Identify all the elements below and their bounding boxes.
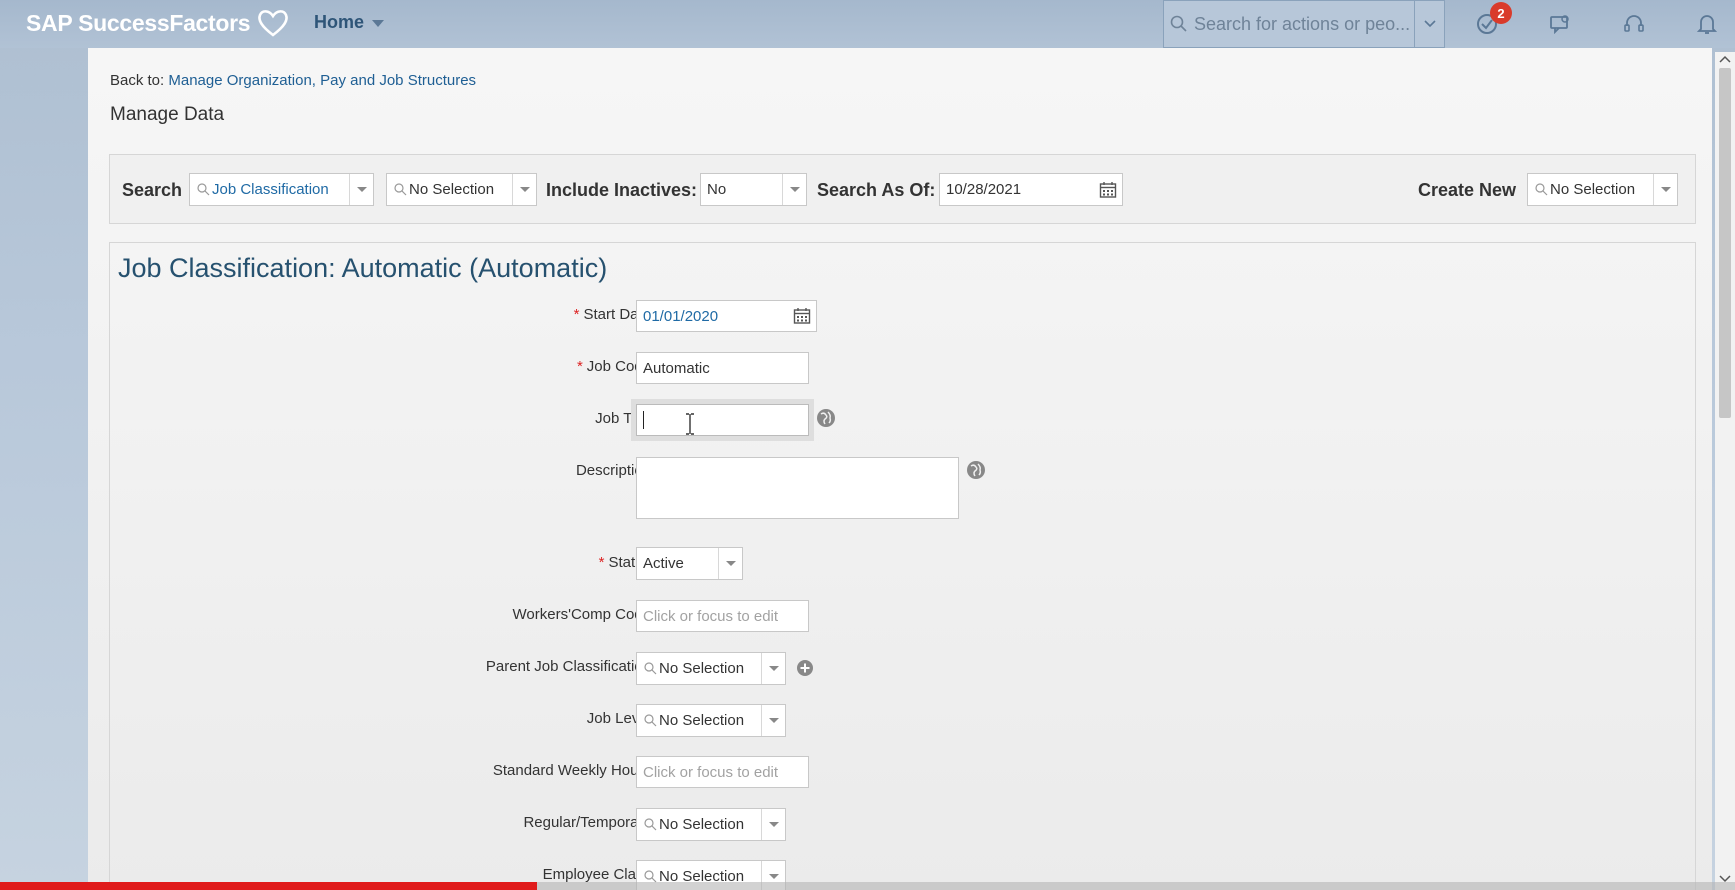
include-inactives-value: No — [707, 181, 727, 198]
chevron-down-icon[interactable] — [761, 705, 785, 736]
search-icon — [1164, 15, 1194, 33]
brand-logo[interactable]: SAP SuccessFactors — [26, 8, 290, 38]
chevron-down-icon[interactable] — [512, 174, 536, 205]
search-as-of-date[interactable]: 10/28/2021 — [939, 173, 1123, 206]
create-new-label: Create New — [1418, 180, 1517, 200]
required-marker: * — [598, 554, 605, 571]
detail-title: Job Classification: Automatic (Automatic… — [118, 253, 608, 283]
page-title: Manage Data — [110, 104, 225, 125]
calendar-icon[interactable] — [1094, 181, 1122, 199]
status-value: Active — [643, 555, 684, 572]
regular-temp-value: No Selection — [659, 816, 745, 833]
parent-job-value: No Selection — [659, 660, 745, 677]
globe-translate-icon[interactable] — [966, 460, 986, 480]
job-title-field[interactable] — [636, 404, 809, 436]
regular-temp-select[interactable]: No Selection — [636, 808, 786, 841]
chevron-down-icon[interactable] — [1653, 174, 1677, 205]
search-icon — [637, 662, 659, 675]
support-headset-icon[interactable] — [1621, 11, 1647, 37]
shell-bar: SAP SuccessFactors Home 2 — [0, 0, 1735, 48]
search-toolbar: Search Job Classification No Selection I… — [109, 154, 1696, 224]
search-dropdown-icon[interactable] — [1414, 1, 1444, 47]
weekly-hours-field[interactable]: Click or focus to edit — [636, 756, 809, 788]
breadcrumb-prefix: Back to: — [110, 72, 165, 89]
add-circle-icon[interactable] — [796, 659, 814, 677]
chevron-down-icon[interactable] — [349, 174, 373, 205]
home-label: Home — [314, 12, 365, 32]
status-select[interactable]: Active — [636, 547, 743, 580]
feedback-icon[interactable] — [1547, 11, 1573, 37]
search-item-select[interactable]: No Selection — [386, 173, 537, 206]
global-search[interactable] — [1163, 0, 1445, 48]
workers-comp-field[interactable]: Click or focus to edit — [636, 600, 809, 632]
search-object-select[interactable]: Job Classification — [189, 173, 374, 206]
search-icon — [190, 183, 212, 196]
search-icon — [637, 818, 659, 831]
include-inactives-label: Include Inactives: — [546, 180, 698, 200]
video-progress-fill — [0, 882, 537, 890]
search-as-of-label: Search As Of: — [817, 180, 936, 200]
chevron-down-icon[interactable] — [761, 653, 785, 684]
regular-temp-label: Regular/Temporary — [523, 814, 651, 831]
job-level-value: No Selection — [659, 712, 745, 729]
search-as-of-value: 10/28/2021 — [946, 181, 1022, 198]
vertical-scrollbar[interactable] — [1715, 52, 1735, 890]
main-panel: Back to: Manage Organization, Pay and Jo… — [88, 48, 1712, 890]
required-marker: * — [576, 358, 583, 375]
calendar-icon[interactable] — [788, 307, 816, 325]
start-date-field[interactable]: 01/01/2020 — [636, 300, 817, 332]
workers-comp-label: Workers'Comp Code — [512, 606, 651, 623]
notification-badge: 2 — [1490, 2, 1512, 24]
description-field[interactable] — [636, 457, 959, 519]
search-object-value: Job Classification — [212, 181, 329, 198]
scroll-up-icon[interactable] — [1719, 54, 1731, 64]
chevron-down-icon[interactable] — [718, 548, 742, 579]
create-new-value: No Selection — [1550, 181, 1636, 198]
ibeam-cursor-icon — [686, 413, 694, 435]
heart-icon — [258, 10, 289, 37]
globe-translate-icon[interactable] — [816, 408, 836, 428]
start-date-value: 01/01/2020 — [643, 307, 719, 325]
search-icon — [1528, 183, 1550, 196]
parent-job-label: Parent Job Classification — [485, 658, 651, 675]
chevron-down-icon[interactable] — [761, 809, 785, 840]
brand-name: SAP SuccessFactors — [26, 9, 251, 36]
detail-form: Job Classification: Automatic (Automatic… — [109, 242, 1696, 890]
global-search-input[interactable] — [1194, 13, 1414, 35]
chevron-down-icon[interactable] — [782, 174, 806, 205]
search-label: Search — [122, 180, 183, 200]
parent-job-select[interactable]: No Selection — [636, 652, 786, 685]
job-level-select[interactable]: No Selection — [636, 704, 786, 737]
required-marker: * — [573, 306, 580, 323]
include-inactives-select[interactable]: No — [700, 173, 807, 206]
bell-icon[interactable] — [1694, 11, 1720, 37]
text-cursor — [643, 411, 644, 429]
employee-class-label: Employee Class — [542, 866, 651, 883]
search-icon — [387, 183, 409, 196]
create-new-select[interactable]: No Selection — [1527, 173, 1678, 206]
breadcrumb: Back to: Manage Organization, Pay and Jo… — [110, 72, 476, 89]
search-icon — [637, 714, 659, 727]
home-menu[interactable]: Home — [314, 12, 385, 33]
breadcrumb-link[interactable]: Manage Organization, Pay and Job Structu… — [168, 72, 476, 89]
job-code-field[interactable]: Automatic — [636, 352, 809, 384]
weekly-hours-label: Standard Weekly Hours — [492, 762, 651, 779]
scroll-thumb[interactable] — [1719, 68, 1731, 418]
search-item-value: No Selection — [409, 181, 495, 198]
chevron-down-icon — [372, 20, 385, 27]
